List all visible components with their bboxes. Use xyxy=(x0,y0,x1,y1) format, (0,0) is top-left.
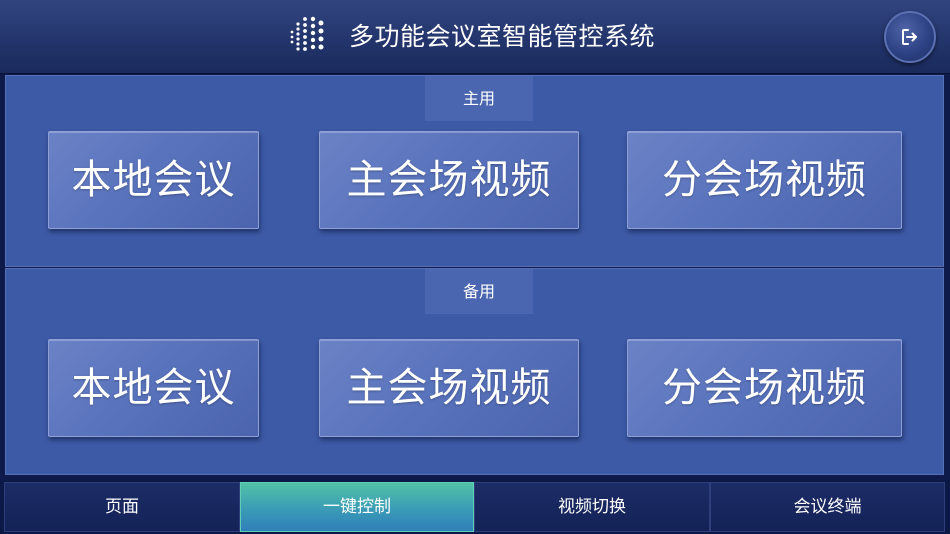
backup-branch-venue-video-button[interactable]: 分会场视频 xyxy=(627,339,902,437)
section-label-main: 主用 xyxy=(425,76,533,121)
tab-meeting-terminal[interactable]: 会议终端 xyxy=(710,482,945,532)
header-bar: 多功能会议室智能管控系统 xyxy=(0,0,950,74)
main-main-venue-video-button[interactable]: 主会场视频 xyxy=(319,131,579,229)
bottom-tab-bar: 页面 一键控制 视频切换 会议终端 xyxy=(0,480,950,534)
dot-grid-logo-icon xyxy=(290,16,324,51)
logout-icon xyxy=(902,29,917,45)
backup-local-meeting-button[interactable]: 本地会议 xyxy=(48,339,259,437)
main-local-meeting-button[interactable]: 本地会议 xyxy=(48,131,259,229)
tab-page[interactable]: 页面 xyxy=(4,482,240,532)
main-branch-venue-video-button[interactable]: 分会场视频 xyxy=(627,131,902,229)
backup-section-panel: 备用 本地会议 主会场视频 分会场视频 xyxy=(5,268,944,475)
backup-main-venue-video-button[interactable]: 主会场视频 xyxy=(319,339,579,437)
exit-button[interactable] xyxy=(884,11,936,63)
tab-video-switch[interactable]: 视频切换 xyxy=(474,482,710,532)
page-title: 多功能会议室智能管控系统 xyxy=(349,22,656,51)
section-label-backup: 备用 xyxy=(425,269,533,314)
tab-one-click-control[interactable]: 一键控制 xyxy=(240,482,474,532)
main-section-panel: 主用 本地会议 主会场视频 分会场视频 xyxy=(5,75,944,267)
